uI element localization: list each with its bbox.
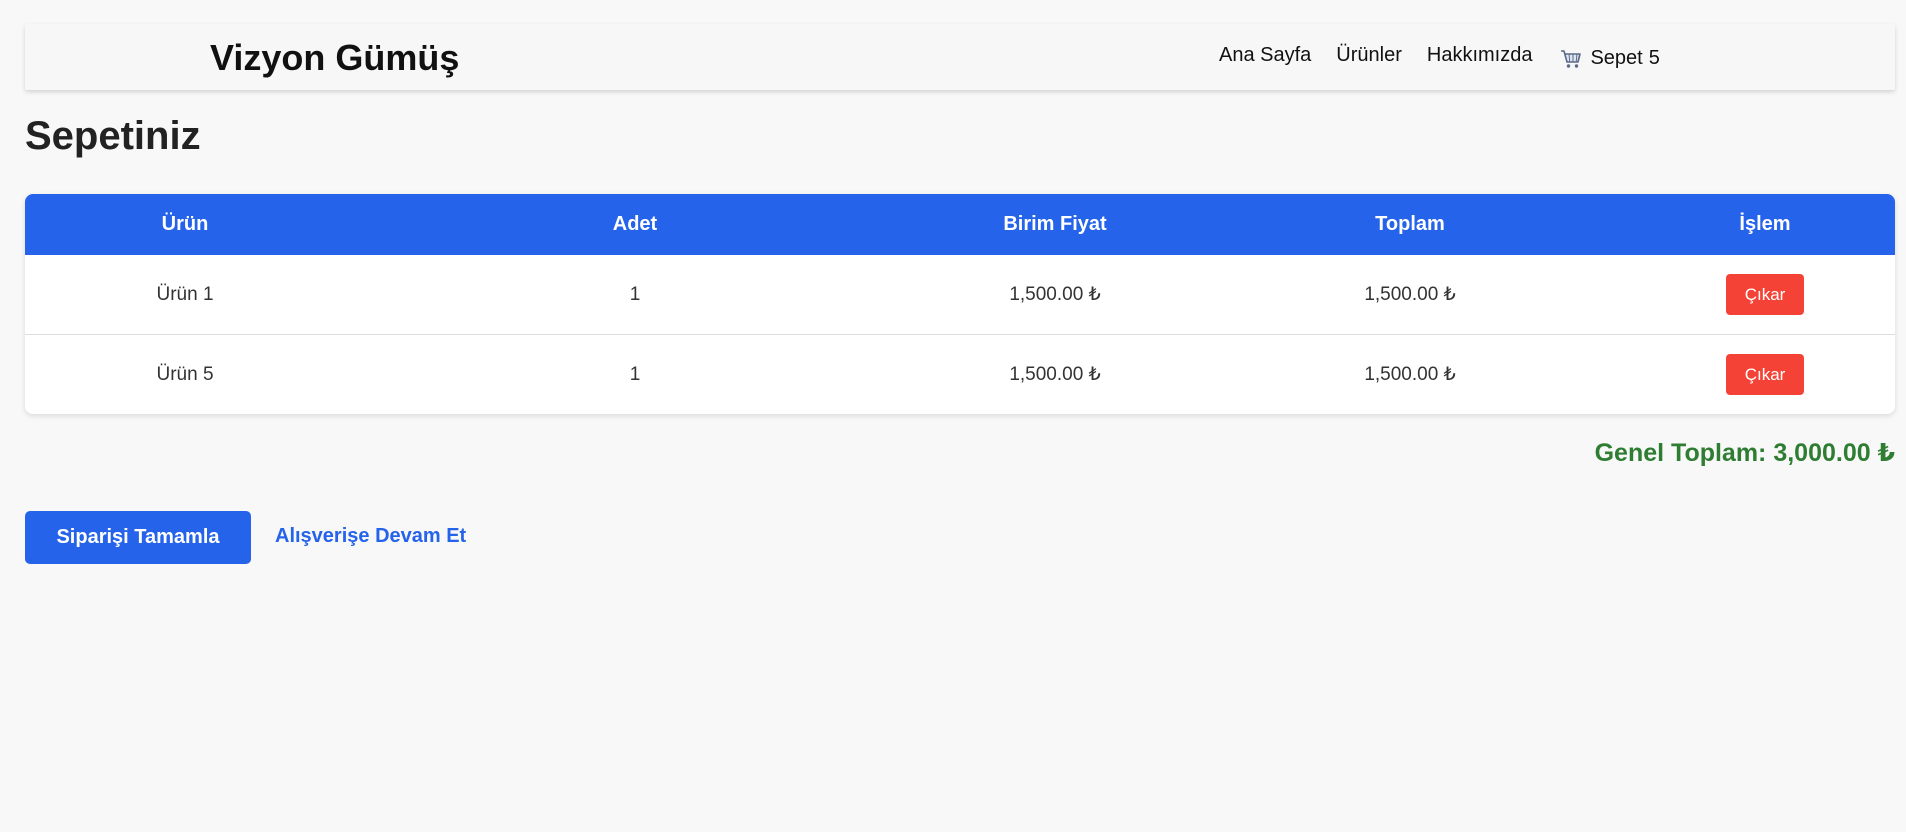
nav-link-products[interactable]: Ürünler <box>1336 44 1402 67</box>
table-row: Ürün 1 1 1,500.00 ₺ 1,500.00 ₺ Çıkar <box>25 255 1895 335</box>
table-header-row: Ürün Adet Birim Fiyat Toplam İşlem <box>25 194 1895 255</box>
cell-product: Ürün 1 <box>25 255 345 335</box>
column-header-total: Toplam <box>1185 194 1635 255</box>
remove-item-button[interactable]: Çıkar <box>1726 274 1804 315</box>
cart-table: Ürün Adet Birim Fiyat Toplam İşlem Ürün … <box>25 194 1895 414</box>
cart-text: Sepet 5 <box>1590 47 1659 70</box>
column-header-unit-price: Birim Fiyat <box>925 194 1185 255</box>
cell-quantity: 1 <box>345 255 925 335</box>
table-row: Ürün 5 1 1,500.00 ₺ 1,500.00 ₺ Çıkar <box>25 335 1895 415</box>
cell-total: 1,500.00 ₺ <box>1185 255 1635 335</box>
grand-total: Genel Toplam: 3,000.00 ₺ <box>1594 439 1895 467</box>
continue-shopping-link[interactable]: Alışverişe Devam Et <box>275 525 466 548</box>
checkout-button[interactable]: Siparişi Tamamla <box>25 511 251 564</box>
column-header-product: Ürün <box>25 194 345 255</box>
cart-label: Sepet <box>1590 47 1643 69</box>
cell-action: Çıkar <box>1635 255 1895 335</box>
cart-count: 5 <box>1648 47 1660 69</box>
cart-table-container: Ürün Adet Birim Fiyat Toplam İşlem Ürün … <box>25 194 1895 414</box>
nav-links: Ana Sayfa Ürünler Hakkımızda Sepet 5 <box>1219 44 1660 70</box>
cell-quantity: 1 <box>629 363 641 385</box>
cell-unit-price: 1,500.00 ₺ <box>925 255 1185 335</box>
page-title: Sepetiniz <box>25 114 201 158</box>
nav-link-home[interactable]: Ana Sayfa <box>1219 44 1311 67</box>
remove-item-button[interactable]: Çıkar <box>1726 354 1804 395</box>
nav-link-about[interactable]: Hakkımızda <box>1427 44 1533 67</box>
column-header-quantity: Adet <box>345 194 925 255</box>
cell-total: 1,500.00 ₺ <box>1364 364 1456 385</box>
top-navbar: Vizyon Gümüş Ana Sayfa Ürünler Hakkımızd… <box>25 24 1895 90</box>
cell-unit-price: 1,500.00 ₺ <box>1009 364 1101 385</box>
cell-product: Ürün 5 <box>156 363 214 385</box>
cell-action: Çıkar <box>1635 335 1895 415</box>
column-header-action: İşlem <box>1635 194 1895 255</box>
brand-logo[interactable]: Vizyon Gümüş <box>210 37 459 79</box>
shopping-cart-icon <box>1560 49 1582 69</box>
nav-link-cart[interactable]: Sepet 5 <box>1560 47 1660 70</box>
